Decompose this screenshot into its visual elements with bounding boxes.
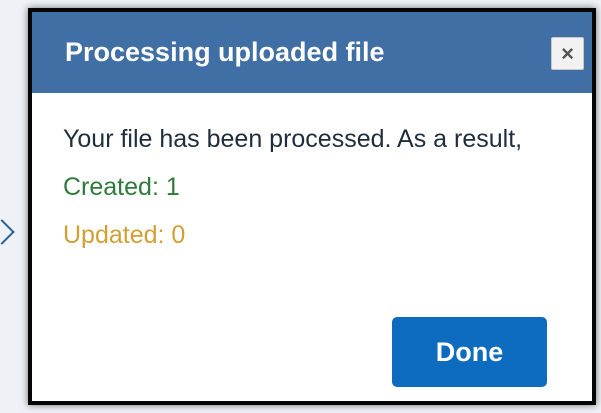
dialog-title-bar: Processing uploaded file × [32,12,592,93]
created-count: Created: 1 [63,173,180,201]
updated-count: Updated: 0 [63,221,186,249]
dialog-title: Processing uploaded file [65,37,385,67]
close-button[interactable]: × [551,37,584,70]
close-icon: × [561,41,574,66]
dialog-body: Your file has been processed. As a resul… [63,115,572,259]
done-button[interactable]: Done [392,317,547,387]
processing-dialog: Processing uploaded file × Your file has… [28,8,596,405]
result-message: Your file has been processed. As a resul… [63,125,523,153]
chevron-right-icon [0,219,15,245]
